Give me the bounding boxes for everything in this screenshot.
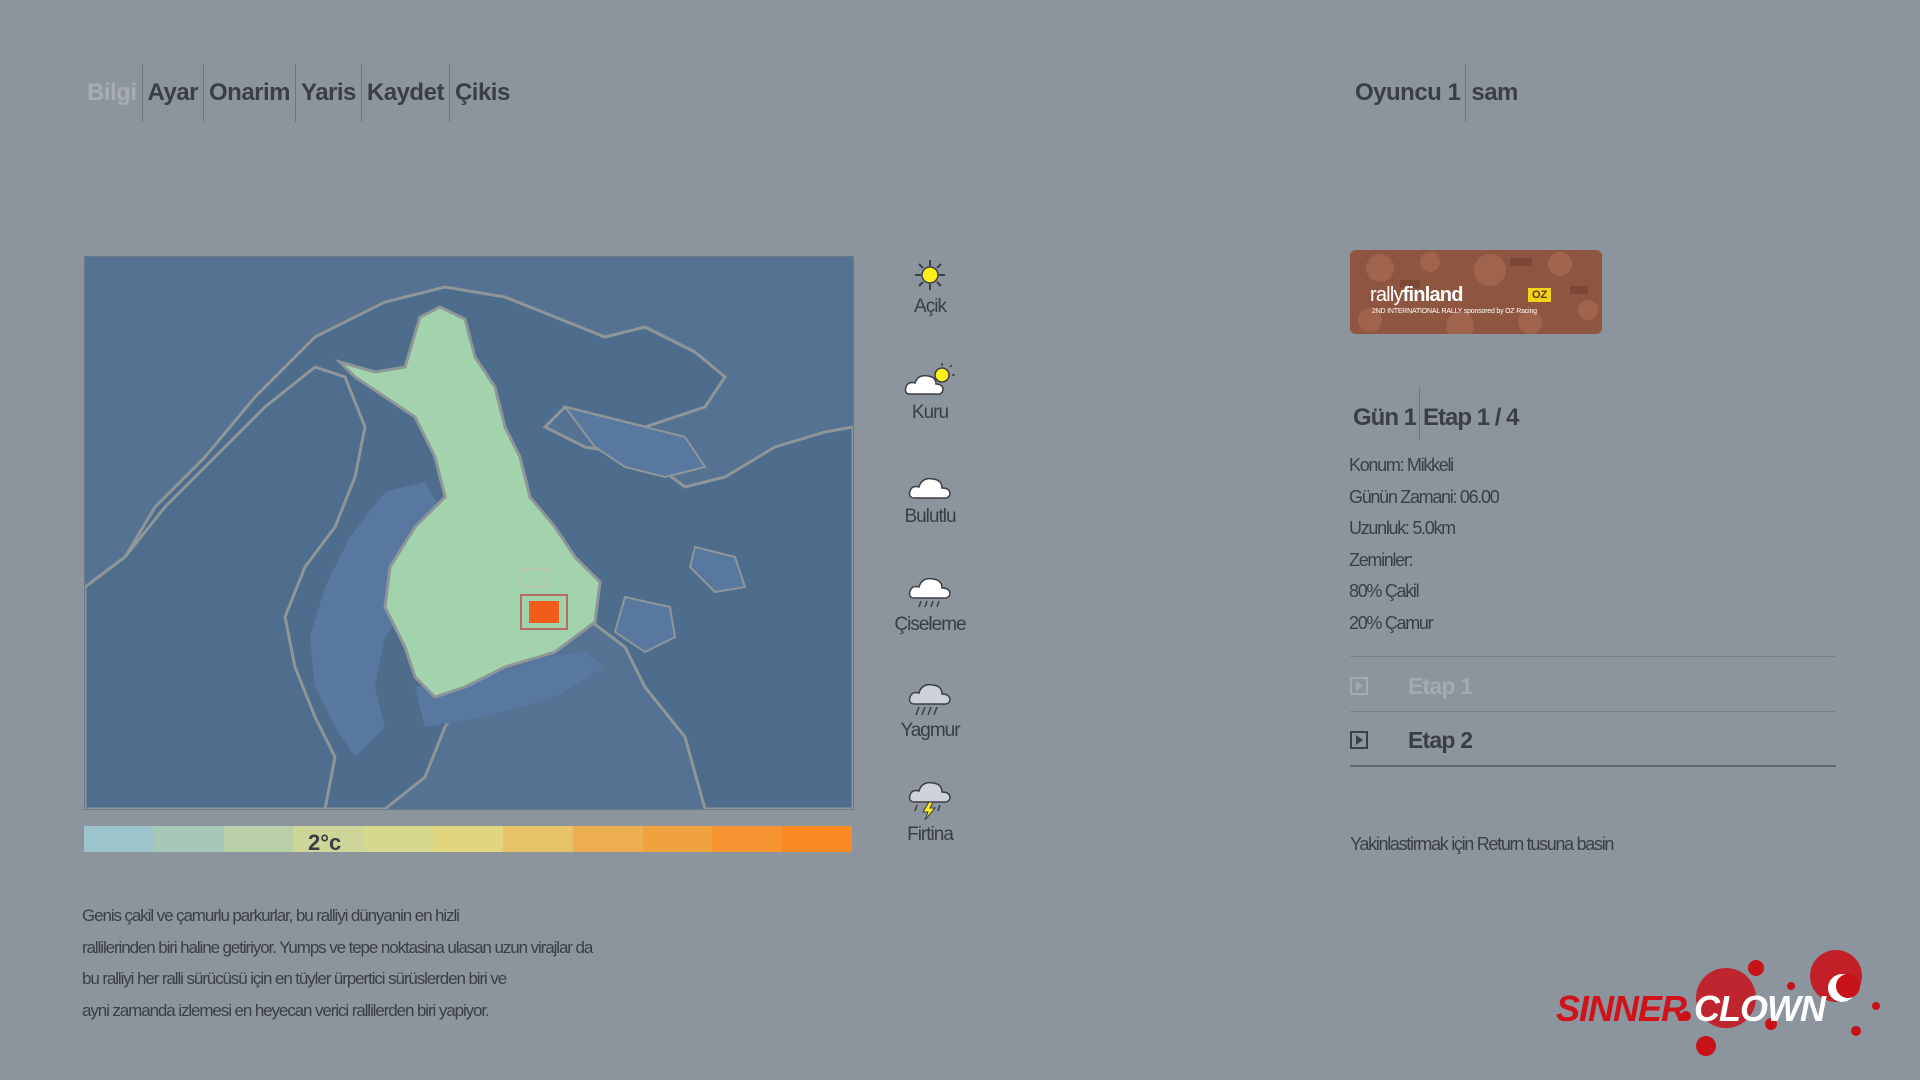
banner-brand: rallyfinland [1370, 284, 1463, 306]
temperature-scale-segment [712, 826, 783, 852]
temperature-scale-segment [642, 826, 713, 852]
divider [1350, 765, 1836, 767]
info-location: Konum: Mikkeli [1349, 455, 1454, 475]
temperature-scale-segment [223, 826, 294, 852]
temperature-scale-segment [363, 826, 434, 852]
weather-clear: Açik [880, 258, 980, 318]
logo-text-sinner: SINNER [1556, 988, 1687, 1029]
temperature-scale-segment [502, 826, 573, 852]
play-icon [1350, 677, 1368, 695]
player-header: Oyuncu 1 sam [1350, 64, 1523, 130]
main-menu: Bilgi Ayar Onarim Yaris Kaydet Çikis [82, 64, 515, 130]
menu-item-bilgi[interactable]: Bilgi [82, 74, 142, 130]
weather-label: Kuru [911, 402, 949, 423]
rally-finland-banner: rallyfinland OZ 2ND INTERNATIONAL RALLY … [1350, 250, 1602, 334]
description-line: bu ralliyi her ralli sürücüsü için en tü… [82, 969, 507, 988]
stage-header: Gün 1 Etap 1 / 4 [1350, 388, 1521, 440]
menu-item-kaydet[interactable]: Kaydet [362, 74, 449, 130]
banner-subtitle: 2ND INTERNATIONAL RALLY sponsored by OZ … [1372, 308, 1537, 315]
temperature-label: 2°c [308, 830, 342, 855]
storm-icon [908, 781, 951, 820]
menu-item-cikis[interactable]: Çikis [450, 74, 515, 130]
weather-label: Bulutlu [904, 506, 956, 527]
weather-rain: Yagmur [880, 678, 980, 742]
info-gravel: 80% Çakil [1349, 581, 1420, 601]
zoom-hint: Yakinlastirmak için Return tusuna basin [1350, 834, 1614, 854]
weather-drizzle: Çiseleme [880, 572, 980, 636]
weather-cloudy: Bulutlu [880, 470, 980, 528]
info-mud: 20% Çamur [1349, 612, 1434, 633]
sun-icon [915, 260, 945, 290]
weather-label: Yagmur [900, 720, 960, 741]
divider [1350, 656, 1836, 657]
temperature-scale-segment [153, 826, 224, 852]
partly-cloudy-icon [904, 363, 955, 395]
weather-label: Açik [914, 296, 947, 317]
weather-dry: Kuru [880, 362, 980, 424]
rally-description: Genis çakil ve çamurlu parkurlar, bu ral… [82, 900, 702, 1026]
temperature-scale-segment [782, 826, 852, 852]
play-icon [1350, 731, 1368, 749]
map-marker[interactable] [529, 601, 559, 623]
weather-storm: Firtina [880, 776, 980, 846]
sinnerclown-logo: SINNER CLOWN [1556, 946, 1896, 1066]
temperature-scale [84, 826, 852, 852]
stage-list-item-2[interactable]: Etap 2 [1350, 714, 1836, 766]
weather-label: Çiseleme [894, 614, 966, 635]
rain-icon [908, 683, 951, 716]
temperature-scale-segment [433, 826, 503, 852]
info-length: Uzunluk: 5.0km [1349, 518, 1456, 538]
description-line: rallilerinden biri haline getiriyor. Yum… [82, 937, 593, 957]
map-graphic [85, 257, 853, 809]
menu-item-yaris[interactable]: Yaris [296, 74, 361, 130]
info-surfaces: Zeminler: [1349, 549, 1414, 570]
weather-label: Firtina [907, 824, 954, 845]
description-line: ayni zamanda izlemesi en heyecan verici … [82, 1000, 490, 1020]
divider [1350, 711, 1836, 712]
rally-map [84, 256, 854, 810]
stage-label: Etap 1 / 4 [1423, 404, 1519, 431]
player-name: sam [1471, 79, 1518, 106]
info-time: Günün Zamani: 06.00 [1349, 486, 1500, 507]
oz-badge: OZ [1528, 288, 1552, 302]
logo-text-clown: CLOWN [1694, 988, 1826, 1029]
temperature-scale-segment [84, 826, 154, 852]
stage-list-item-1[interactable]: Etap 1 [1350, 660, 1836, 712]
drizzle-icon [908, 577, 951, 608]
player-label: Oyuncu 1 [1355, 79, 1461, 106]
day-label: Gün 1 [1353, 404, 1417, 431]
menu-item-onarim[interactable]: Onarim [204, 74, 295, 130]
cloud-icon [908, 477, 951, 499]
temperature-scale-segment [572, 826, 643, 852]
stage-list-label: Etap 1 [1408, 672, 1473, 699]
stage-list-label: Etap 2 [1408, 726, 1473, 753]
menu-item-ayar[interactable]: Ayar [143, 74, 203, 130]
description-line: Genis çakil ve çamurlu parkurlar, bu ral… [82, 906, 460, 925]
stage-info: Konum: Mikkeli Günün Zamani: 06.00 Uzunl… [1349, 450, 1500, 639]
